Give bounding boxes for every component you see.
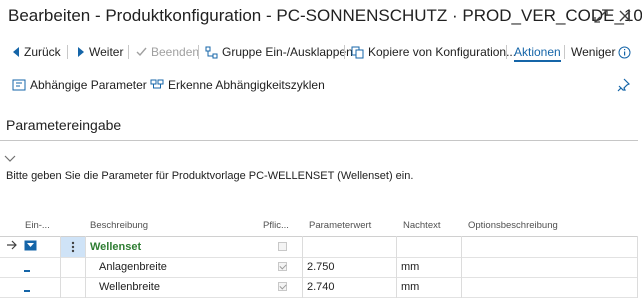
column-header-value[interactable]: Parameterwert: [309, 220, 371, 231]
row-description[interactable]: Wellenbreite: [99, 281, 160, 293]
group-tree-icon: [205, 46, 218, 59]
group-toggle-label: Gruppe Ein-/Ausklappen: [222, 45, 353, 59]
section-divider: [0, 140, 638, 141]
arrow-left-icon: [12, 47, 20, 57]
row-menu-icon[interactable]: [61, 237, 85, 257]
detect-cycles-button[interactable]: Erkenne Abhängigkeitszyklen: [150, 73, 325, 97]
chevron-down-icon[interactable]: [4, 150, 18, 162]
suffix-text: mm: [401, 261, 420, 273]
required-checkbox: [278, 242, 287, 251]
row-indicator: [24, 270, 30, 272]
row-description[interactable]: Anlagenbreite: [99, 261, 167, 273]
page-title: Bearbeiten - Produktkonfiguration - PC-S…: [8, 6, 642, 25]
title-bar: Bearbeiten - Produktkonfiguration - PC-S…: [0, 0, 642, 36]
copy-config-button[interactable]: Kopiere von Konfiguration...: [351, 40, 516, 64]
column-header-required[interactable]: Pflic...: [263, 220, 289, 231]
back-button[interactable]: Zurück: [12, 40, 61, 64]
less-button[interactable]: Weniger: [571, 40, 615, 64]
copy-icon: [351, 46, 364, 59]
instruction-text: Bitte geben Sie die Parameter für Produk…: [6, 170, 414, 182]
collapse-group-icon[interactable]: [24, 240, 37, 254]
action-bar: Zurück Weiter Beenden Gruppe Ein-/Auskla…: [0, 40, 642, 64]
row-indicator: [24, 290, 30, 292]
cycle-detect-icon: [150, 79, 164, 92]
expand-icon[interactable]: [591, 6, 611, 26]
column-header-description[interactable]: Beschreibung: [90, 220, 148, 231]
checkmark-icon: [136, 47, 147, 57]
column-header-suffix[interactable]: Nachtext: [403, 220, 441, 231]
next-button[interactable]: Weiter: [77, 40, 123, 64]
group-toggle-button[interactable]: Gruppe Ein-/Ausklappen: [205, 40, 353, 64]
next-label: Weiter: [89, 45, 124, 59]
close-icon[interactable]: [615, 6, 635, 26]
required-checkbox: [278, 282, 287, 291]
finish-label: Beenden: [151, 45, 200, 59]
dependent-params-button[interactable]: Abhängige Parameter: [12, 73, 147, 97]
section-title: Parametereingabe: [6, 117, 122, 133]
info-icon[interactable]: [618, 40, 631, 64]
current-row-arrow-icon: [6, 240, 18, 253]
less-label: Weniger: [571, 45, 616, 59]
arrow-right-icon: [77, 47, 85, 57]
suffix-text: mm: [401, 281, 420, 293]
actions-menu-button[interactable]: Aktionen: [514, 40, 561, 64]
pin-icon[interactable]: [616, 73, 630, 97]
column-header-option[interactable]: Optionsbeschreibung: [468, 220, 558, 231]
dependency-icon: [12, 79, 26, 92]
back-label: Zurück: [24, 45, 61, 59]
parameter-value[interactable]: 2.750: [307, 261, 335, 273]
column-header-input[interactable]: Ein-...: [25, 220, 50, 231]
copy-config-label: Kopiere von Konfiguration...: [368, 45, 517, 59]
parameter-value[interactable]: 2.740: [307, 281, 335, 293]
sub-action-bar: Abhängige Parameter Erkenne Abhängigkeit…: [0, 74, 642, 96]
dependent-params-label: Abhängige Parameter: [30, 78, 147, 92]
detect-cycles-label: Erkenne Abhängigkeitszyklen: [168, 78, 325, 92]
finish-button[interactable]: Beenden: [136, 40, 199, 64]
row-description[interactable]: Wellenset: [90, 241, 141, 253]
required-checkbox: [278, 262, 287, 271]
actions-menu-label: Aktionen: [514, 45, 561, 59]
